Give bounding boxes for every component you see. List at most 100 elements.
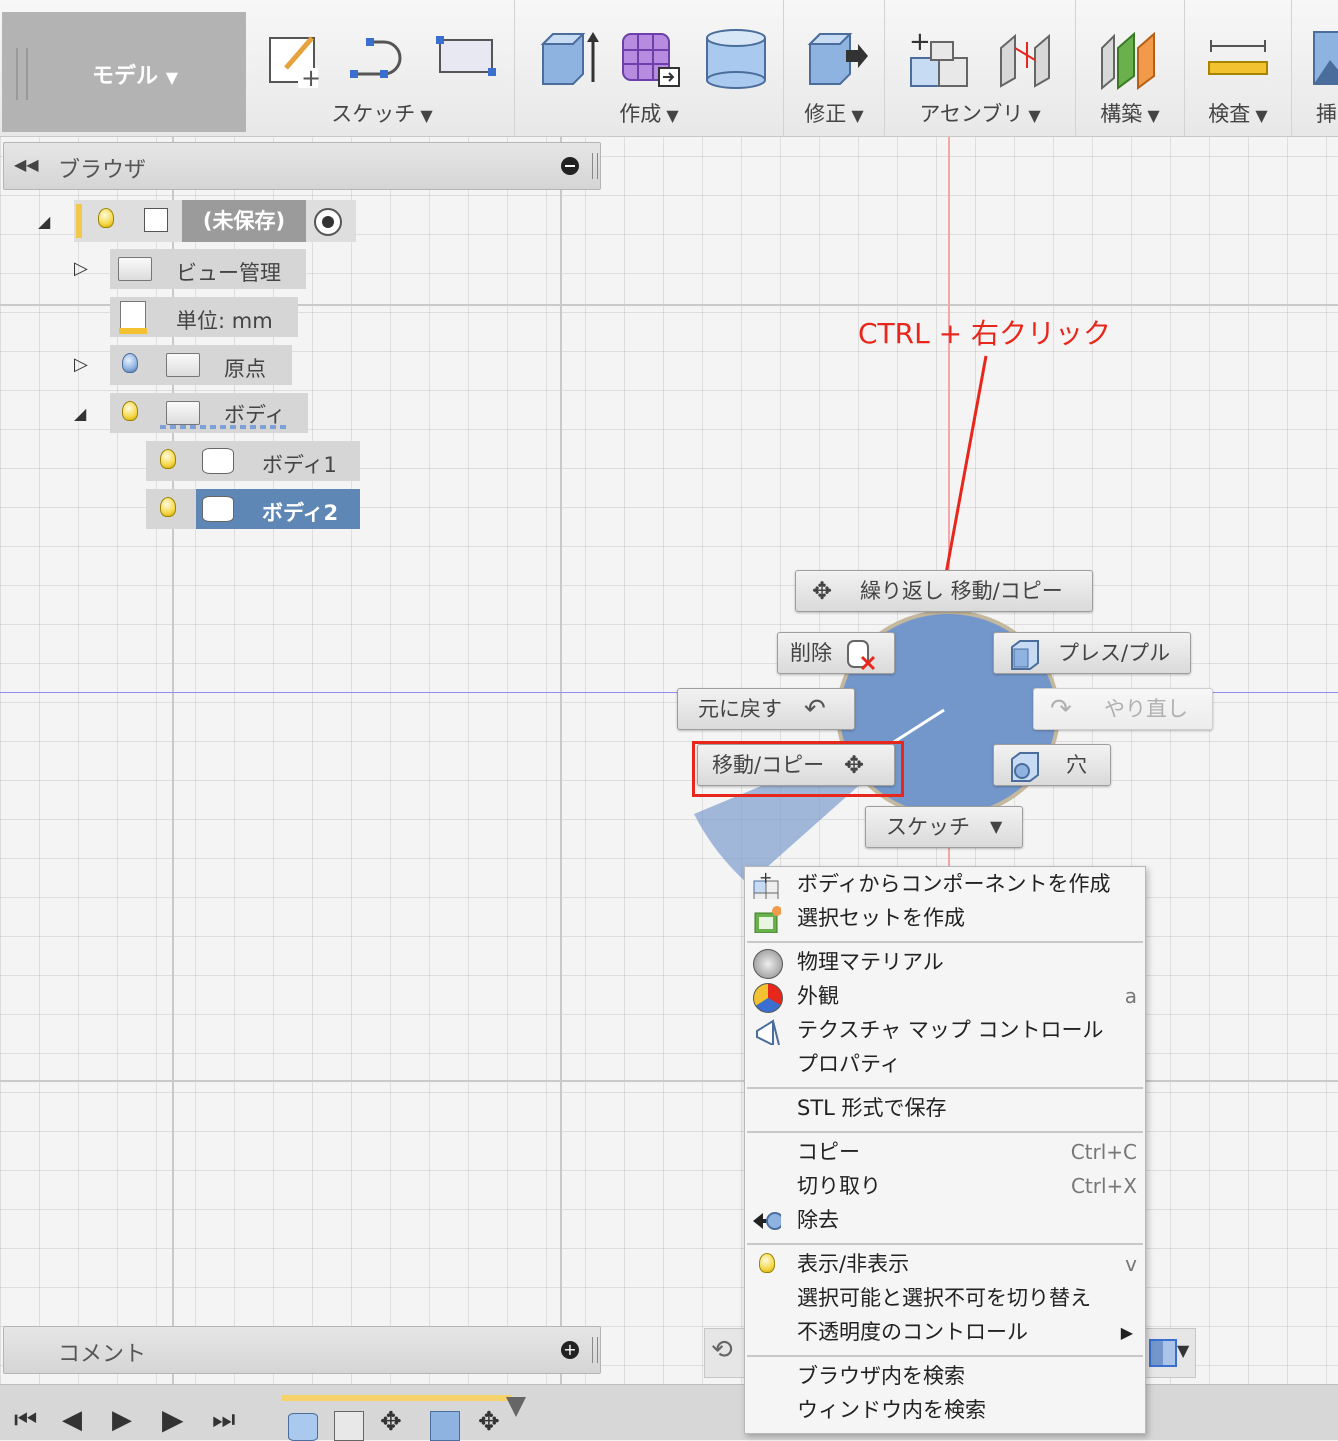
timeline-press-pull-icon[interactable]: [430, 1411, 460, 1441]
step-forward-icon[interactable]: ▶: [112, 1405, 132, 1435]
redo-label: やり直し: [1104, 697, 1188, 721]
remove-item[interactable]: 除去: [797, 1203, 839, 1237]
comments-panel-header[interactable]: コメント +: [3, 1326, 601, 1374]
body2-node[interactable]: ボディ2: [146, 489, 360, 529]
expand-triangle-icon[interactable]: ▷: [74, 258, 88, 279]
lightbulb-icon[interactable]: [160, 497, 176, 517]
sketch-submenu-button[interactable]: スケッチ ▼: [865, 806, 1023, 848]
press-pull-button[interactable]: プレス/プル: [993, 632, 1191, 674]
activate-radio-icon[interactable]: [314, 208, 342, 236]
lightbulb-icon[interactable]: [98, 208, 114, 228]
modify-menu[interactable]: 修正 ▼: [784, 98, 884, 128]
selection-set-icon: [754, 906, 781, 933]
joint-icon[interactable]: [995, 28, 1059, 94]
redo-button[interactable]: ↷ やり直し: [1033, 688, 1213, 730]
appearance-item[interactable]: 外観: [797, 979, 839, 1013]
drag-handle-icon[interactable]: [16, 48, 28, 100]
find-in-browser-item[interactable]: ブラウザ内を検索: [797, 1359, 965, 1393]
timeline-move-icon[interactable]: ✥: [380, 1407, 402, 1437]
menu-separator: [747, 1131, 1143, 1133]
go-to-end-icon[interactable]: ⏭: [212, 1405, 235, 1436]
offset-plane-icon[interactable]: [1098, 28, 1162, 94]
assemble-menu[interactable]: アセンブリ ▼: [885, 98, 1075, 128]
timeline-component-icon[interactable]: [334, 1411, 364, 1441]
body-icon: [202, 448, 234, 474]
rectangle-icon[interactable]: [436, 36, 500, 84]
construct-menu[interactable]: 構築 ▼: [1076, 98, 1184, 128]
svg-text:+: +: [759, 871, 772, 887]
save-stl-item[interactable]: STL 形式で保存: [797, 1091, 947, 1125]
go-to-start-icon[interactable]: ⏮: [14, 1405, 37, 1436]
insert-menu-label[interactable]: 挿: [1316, 98, 1337, 128]
timeline-move-icon[interactable]: ✥: [478, 1407, 500, 1437]
expand-triangle-icon[interactable]: ◢: [38, 212, 50, 231]
bodies-node[interactable]: ボディ: [110, 393, 308, 433]
add-comment-icon[interactable]: +: [561, 1341, 579, 1359]
lightbulb-icon[interactable]: [122, 401, 138, 421]
copy-item[interactable]: コピー: [797, 1135, 860, 1169]
collapse-panel-icon[interactable]: ◀◀: [14, 155, 39, 174]
find-in-window-item[interactable]: ウィンドウ内を検索: [797, 1393, 986, 1427]
sketch-label: スケッチ: [886, 815, 970, 839]
create-component-icon: +: [753, 871, 779, 899]
form-icon[interactable]: [619, 28, 683, 92]
viewports-icon[interactable]: [1149, 1339, 1177, 1367]
texture-map-item[interactable]: テクスチャ マップ コントロール: [797, 1013, 1104, 1047]
assemble-menu-label: アセンブリ: [919, 102, 1024, 126]
workspace-selector[interactable]: モデル ▼: [2, 12, 246, 132]
create-selection-set-item[interactable]: 選択セットを作成: [797, 901, 965, 935]
show-hide-item[interactable]: 表示/非表示: [797, 1247, 909, 1281]
undo-button[interactable]: 元に戻す ↶: [677, 688, 855, 730]
inspect-menu[interactable]: 検査 ▼: [1185, 98, 1291, 128]
create-menu-label: 作成: [619, 102, 662, 126]
root-node[interactable]: (未保存): [74, 200, 356, 242]
create-sketch-icon[interactable]: +: [268, 32, 321, 92]
origin-node[interactable]: 原点: [110, 345, 292, 385]
inspect-menu-label: 検査: [1208, 102, 1251, 126]
extrude-icon[interactable]: [537, 28, 601, 92]
orbit-icon[interactable]: ⟲: [711, 1335, 733, 1365]
measure-icon[interactable]: [1207, 40, 1271, 84]
timeline-cylinder-icon[interactable]: [288, 1413, 318, 1441]
press-pull-icon[interactable]: [806, 28, 870, 92]
browser-title: ブラウザ: [58, 158, 147, 183]
lightbulb-icon[interactable]: [160, 449, 176, 469]
construct-menu-label: 構築: [1100, 102, 1143, 126]
modify-group: 修正 ▼: [784, 0, 885, 136]
repeat-move-copy-button[interactable]: ✥ 繰り返し 移動/コピー: [795, 570, 1093, 612]
sketch-menu[interactable]: スケッチ ▼: [250, 98, 514, 128]
sketch-group: + スケッチ ▼: [250, 0, 515, 136]
panel-grip-icon[interactable]: [592, 1337, 598, 1363]
opacity-control-item[interactable]: 不透明度のコントロール: [797, 1315, 1028, 1349]
root-label[interactable]: (未保存): [182, 200, 306, 242]
physical-material-item[interactable]: 物理マテリアル: [797, 945, 944, 979]
insert-image-icon[interactable]: [1312, 28, 1338, 92]
cut-item[interactable]: 切り取り: [797, 1169, 881, 1203]
assemble-group: + アセンブリ ▼: [885, 0, 1076, 136]
chevron-down-icon: ▼: [1142, 106, 1160, 125]
step-back-icon[interactable]: ◀: [62, 1405, 82, 1435]
new-component-icon[interactable]: +: [909, 27, 973, 96]
panel-grip-icon[interactable]: [592, 153, 598, 179]
create-menu[interactable]: 作成 ▼: [515, 98, 783, 128]
press-pull-icon: [1011, 640, 1039, 670]
toggle-selectable-item[interactable]: 選択可能と選択不可を切り替え: [797, 1281, 1091, 1315]
units-document-icon: [119, 301, 147, 334]
properties-item[interactable]: プロパティ: [797, 1047, 901, 1081]
minimize-icon[interactable]: [561, 157, 579, 175]
body1-node[interactable]: ボディ1: [146, 441, 360, 481]
delete-button[interactable]: 削除: [777, 632, 895, 674]
view-management-node[interactable]: ビュー管理: [110, 249, 306, 289]
expand-triangle-icon[interactable]: ▷: [74, 354, 88, 375]
expand-triangle-icon[interactable]: ◢: [74, 404, 86, 423]
cylinder-icon[interactable]: [705, 28, 769, 94]
units-node[interactable]: 単位: mm: [110, 297, 298, 337]
browser-panel-header[interactable]: ◀◀ ブラウザ: [3, 142, 601, 190]
create-component-item[interactable]: ボディからコンポーネントを作成: [797, 867, 1111, 901]
lightbulb-icon[interactable]: [122, 353, 138, 373]
hole-button[interactable]: 穴: [993, 744, 1111, 786]
timeline-marker-icon[interactable]: [506, 1397, 526, 1417]
play-icon[interactable]: ▶: [162, 1403, 184, 1436]
chevron-down-icon[interactable]: ▼: [1177, 1341, 1189, 1360]
arc-icon[interactable]: [350, 36, 414, 88]
